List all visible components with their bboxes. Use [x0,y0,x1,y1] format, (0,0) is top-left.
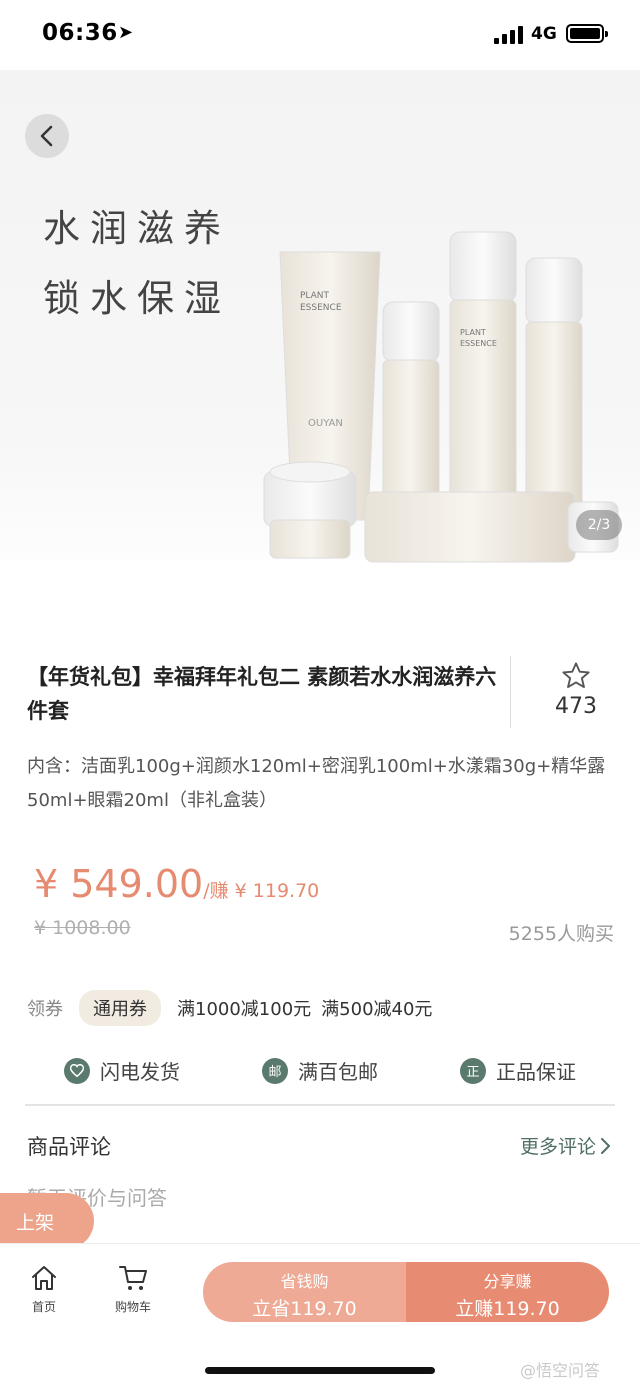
svg-text:ESSENCE: ESSENCE [460,339,497,348]
heart-icon [64,1057,90,1084]
earn-amount: /赚 ¥ 119.70 [203,880,320,902]
watermark: @悟空问答 [520,1361,601,1380]
more-reviews-label: 更多评论 [519,1136,596,1158]
original-price: ¥ 1008.00 [34,917,131,939]
home-icon [32,1266,56,1290]
battery-icon [566,24,608,43]
guarantee-authentic: 正 正品保证 [460,1056,576,1085]
mail-icon: 邮 [262,1057,288,1084]
buyer-count: 5255人购买 [508,923,614,945]
carousel-page-indicator: 2/3 [576,510,622,540]
authentic-icon: 正 [460,1057,486,1084]
chevron-right-icon [601,1137,610,1154]
save-buy-label: 省钱购 [280,1272,329,1291]
current-price: ¥ 549.00 [34,862,204,906]
nav-cart-label: 购物车 [114,1300,151,1314]
product-title: 【年货礼包】幸福拜年礼包二 素颜若水水润滋养六件套 [27,665,497,723]
status-bar: 06:36 ➤ 4G [0,0,640,70]
network-type: 4G [531,24,557,44]
svg-text:ESSENCE: ESSENCE [300,303,342,313]
divider [25,1104,615,1106]
svg-text:PLANT: PLANT [300,291,330,301]
back-button[interactable] [25,114,69,158]
favorite-button[interactable]: 473 [548,660,604,719]
save-buy-amount: 立省119.70 [252,1298,357,1320]
cart-icon [119,1266,147,1290]
purchase-buttons: 省钱购 立省119.70 分享赚 立赚119.70 [203,1262,609,1322]
list-on-shelf-button[interactable]: 上架 [0,1193,94,1249]
divider [510,656,511,728]
guarantee-label: 正品保证 [496,1060,576,1084]
save-buy-button[interactable]: 省钱购 立省119.70 [203,1262,406,1322]
nav-cart[interactable]: 购物车 [98,1264,168,1315]
bottom-bar: 首页 购物车 省钱购 立省119.70 分享赚 立赚119.70 @悟空问答 [0,1243,640,1385]
product-set-image: PLANT ESSENCE OUYAN PLANT ESSENCE [263,231,619,563]
guarantee-free-shipping: 邮 满百包邮 [262,1056,378,1085]
guarantee-row: 闪电发货 邮 满百包邮 正 正品保证 [0,1056,640,1092]
coupon-label: 领券 [27,999,63,1020]
share-earn-button[interactable]: 分享赚 立赚119.70 [406,1262,609,1322]
star-icon [562,662,590,688]
nav-home[interactable]: 首页 [9,1264,79,1315]
svg-text:OUYAN: OUYAN [308,418,343,429]
guarantee-label: 满百包邮 [298,1060,378,1084]
coupon-offer: 满1000减100元 [177,999,312,1020]
home-indicator [205,1367,435,1374]
nav-home-label: 首页 [31,1300,56,1314]
svg-text:PLANT: PLANT [460,328,486,337]
product-image-carousel[interactable]: 水润滋养 锁水保湿 PLANT ESSENCE OUYAN PLANT ESSE… [0,70,640,600]
share-earn-amount: 立赚119.70 [455,1298,560,1320]
status-time: 06:36 [42,20,118,46]
coupon-offer: 满500减40元 [321,999,433,1020]
coupon-row[interactable]: 领券 通用券 满1000减100元 满500减40元 [27,990,442,1026]
coupon-tag[interactable]: 通用券 [79,990,161,1026]
guarantee-fast-shipping: 闪电发货 [64,1056,180,1085]
favorite-count: 473 [555,694,597,719]
chevron-left-icon [40,125,53,147]
location-arrow-icon: ➤ [118,22,134,43]
reviews-title: 商品评论 [27,1135,111,1159]
more-reviews-link[interactable]: 更多评论 [520,1132,613,1159]
guarantee-label: 闪电发货 [100,1060,180,1084]
product-contents: 内含：洁面乳100g+润颜水120ml+密润乳100ml+水漾霜30g+精华露5… [27,756,606,811]
price-row: ¥ 549.00/赚 ¥ 119.70 [34,862,319,906]
share-earn-label: 分享赚 [483,1272,532,1291]
signal-icon [494,26,524,44]
hero-slogan-line1: 水润滋养 [43,207,231,250]
hero-slogan-line2: 锁水保湿 [43,277,231,320]
